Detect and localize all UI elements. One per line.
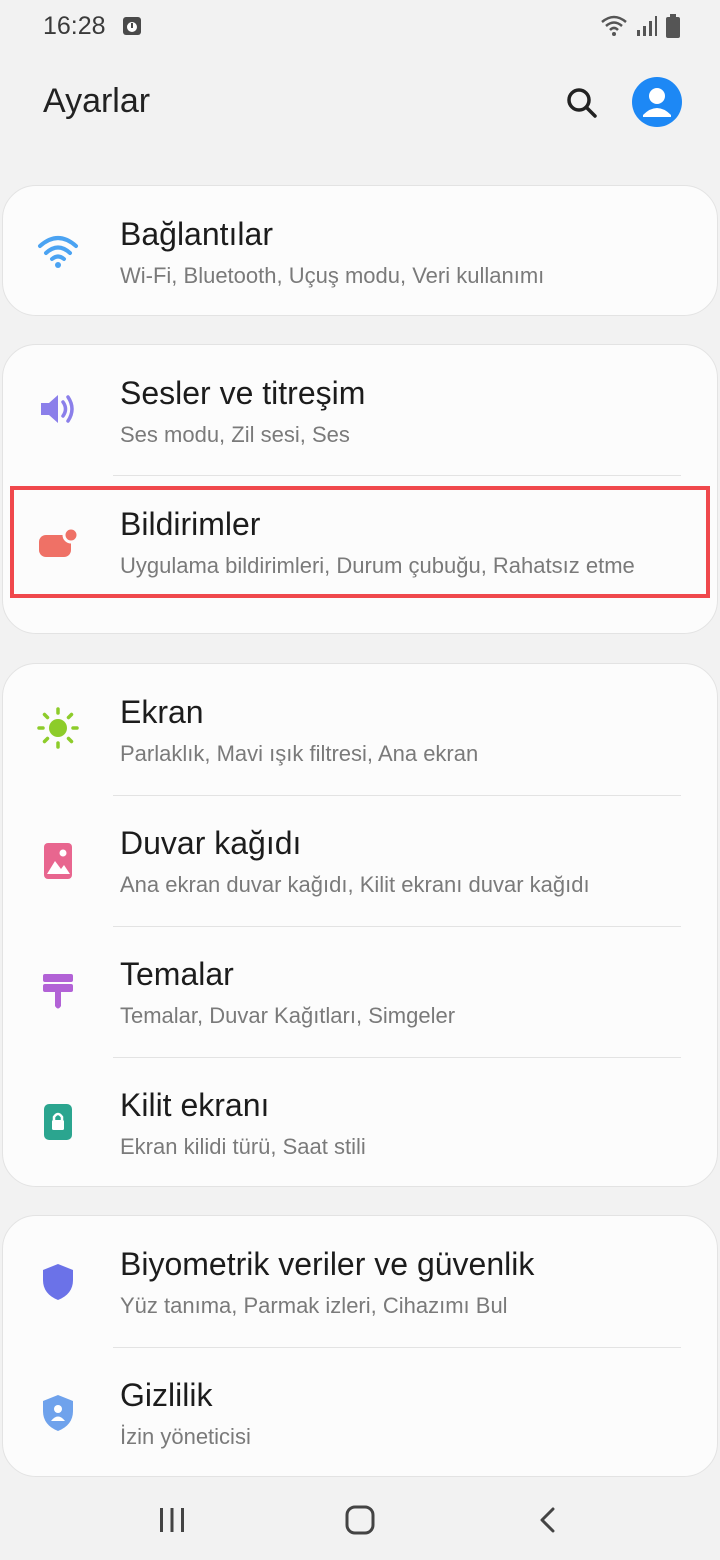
shield-icon [36,1260,80,1304]
item-subtitle: Yüz tanıma, Parmak izleri, Cihazımı Bul [120,1293,508,1318]
item-subtitle: Ses modu, Zil sesi, Ses [120,422,350,447]
notification-icon [122,16,142,41]
item-subtitle: Temalar, Duvar Kağıtları, Simgeler [120,1003,456,1028]
settings-item-connections[interactable]: Bağlantılar Wi-Fi, Bluetooth, Uçuş modu,… [3,186,719,317]
app-header: Ayarlar [0,60,720,150]
item-subtitle: Parlaklık, Mavi ışık filtresi, Ana ekran [120,741,479,766]
page-title: Ayarlar [43,82,151,120]
home-icon [345,1505,375,1535]
battery-icon [666,14,680,43]
profile-button[interactable] [632,77,682,127]
settings-item-display[interactable]: Ekran Parlaklık, Mavi ışık filtresi, Ana… [3,664,719,795]
paint-brush-icon [36,970,80,1014]
recents-button[interactable] [150,1498,194,1542]
settings-item-privacy[interactable]: Gizlilik İzin yöneticisi [3,1347,719,1478]
item-title: Gizlilik [120,1377,213,1413]
navigation-bar [0,1478,720,1560]
item-title: Sesler ve titreşim [120,375,366,411]
settings-card-connections: Bağlantılar Wi-Fi, Bluetooth, Uçuş modu,… [2,185,718,316]
image-icon [36,839,80,883]
item-subtitle: Wi-Fi, Bluetooth, Uçuş modu, Veri kullan… [120,263,545,288]
search-icon [567,88,597,118]
settings-item-wallpaper[interactable]: Duvar kağıdı Ana ekran duvar kağıdı, Kil… [3,795,719,926]
home-button[interactable] [338,1498,382,1542]
item-title: Duvar kağıdı [120,825,302,861]
signal-icon [636,15,658,42]
settings-item-security[interactable]: Biyometrik veriler ve güvenlik Yüz tanım… [3,1216,719,1347]
settings-card-display: Ekran Parlaklık, Mavi ışık filtresi, Ana… [2,663,718,1187]
item-title: Biyometrik veriler ve güvenlik [120,1246,535,1282]
volume-icon [36,387,80,431]
settings-item-themes[interactable]: Temalar Temalar, Duvar Kağıtları, Simgel… [3,926,719,1057]
item-subtitle: Ekran kilidi türü, Saat stili [120,1134,366,1159]
item-subtitle: İzin yöneticisi [120,1424,251,1449]
selection-highlight [10,486,710,598]
back-icon [540,1507,555,1533]
search-button[interactable] [561,82,603,124]
settings-item-sounds[interactable]: Sesler ve titreşim Ses modu, Zil sesi, S… [3,345,719,475]
wifi-icon [36,230,80,274]
item-title: Bağlantılar [120,216,273,252]
lock-icon [36,1100,80,1144]
profile-icon [643,88,671,117]
settings-item-lockscreen[interactable]: Kilit ekranı Ekran kilidi türü, Saat sti… [3,1057,719,1188]
item-title: Ekran [120,694,204,730]
back-button[interactable] [526,1498,570,1542]
item-title: Kilit ekranı [120,1087,270,1123]
settings-card-security: Biyometrik veriler ve güvenlik Yüz tanım… [2,1215,718,1477]
privacy-shield-icon [36,1391,80,1435]
item-subtitle: Ana ekran duvar kağıdı, Kilit ekranı duv… [120,872,590,897]
wifi-icon [600,15,628,42]
item-title: Temalar [120,956,234,992]
status-bar: 16:28 [0,0,720,56]
status-time: 16:28 [43,12,106,40]
sun-icon [36,706,80,750]
recents-icon [160,1508,184,1532]
